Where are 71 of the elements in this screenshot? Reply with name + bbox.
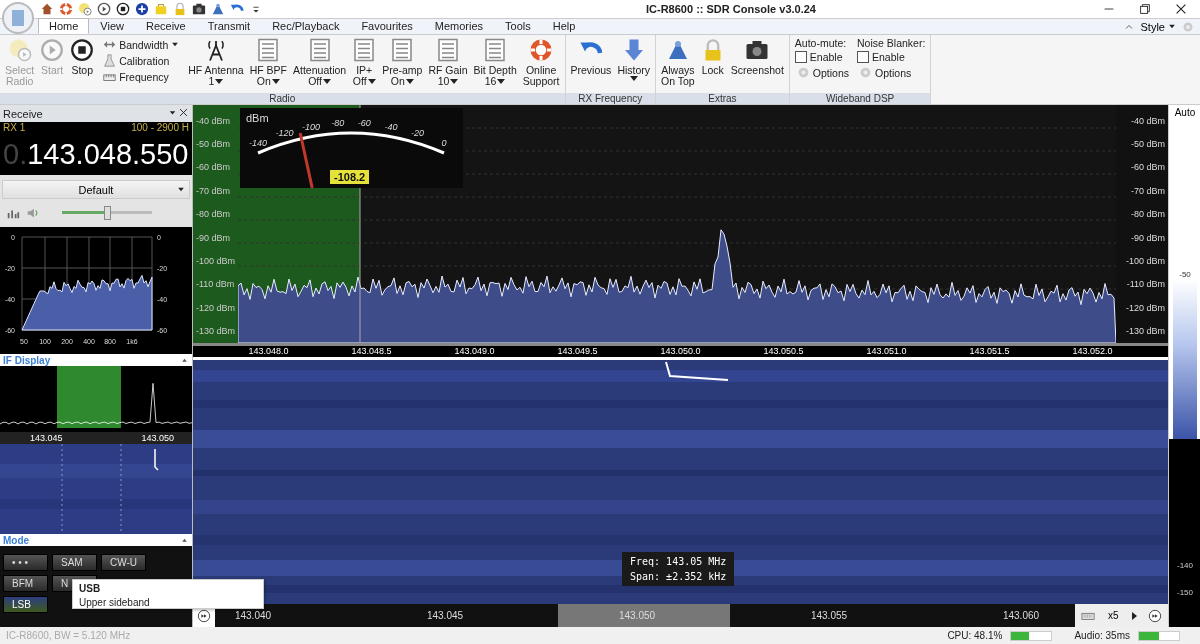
scale-label: -140 — [1177, 561, 1193, 570]
scale-label: -40 dBm — [196, 115, 231, 126]
axis-label: 143.051.0 — [865, 346, 908, 357]
status-text: IC-R8600, BW = 5.120 MHz — [6, 630, 131, 641]
meter-scale-label: -40 — [384, 121, 398, 132]
scale-label: -80 dBm — [196, 209, 231, 220]
scale-label: -70 dBm — [196, 185, 231, 196]
window-title: IC-R8600 :: SDR Console v3.0.24 — [645, 3, 817, 15]
axis-label: 143.048.0 — [247, 346, 290, 357]
filter-range: 100 - 2900 H — [131, 122, 189, 133]
group-title: Extras — [656, 93, 789, 104]
scale-label: -50 dBm — [196, 139, 231, 150]
scale-label: -100 dBm — [1124, 256, 1165, 267]
panel-title: IF Display — [3, 354, 51, 366]
meter-scale-label: -60 — [357, 118, 371, 129]
group-title: RX Frequency — [565, 93, 656, 104]
axis-label: 143.040 — [233, 610, 273, 621]
scale-label: -120 dBm — [1124, 302, 1165, 313]
scale-label: -120 dBm — [196, 302, 237, 313]
meter-scale-label: -80 — [331, 118, 345, 129]
tooltip-text: Upper sideband — [79, 597, 151, 608]
axis-label: 143.052.0 — [1071, 346, 1114, 357]
scale-label: -90 dBm — [1130, 232, 1165, 243]
axis-label: 143.049.5 — [556, 346, 599, 357]
option-heading: Auto-mute: — [794, 37, 848, 49]
receiver-label: RX 1 — [3, 122, 26, 133]
meter-scale-label: 0 — [441, 138, 447, 148]
axis-label: 143.045 — [30, 432, 63, 444]
axis-label: 143.060 — [1001, 610, 1041, 621]
axis-label: 143.055 — [809, 610, 849, 621]
tooltip-title: USB — [79, 583, 102, 594]
scale-label: -130 dBm — [196, 326, 237, 337]
scale-label: -90 dBm — [196, 232, 231, 243]
axis-label: 143.048.5 — [350, 346, 393, 357]
scale-label: -100 dBm — [196, 256, 237, 267]
axis-label: 143.050.0 — [659, 346, 702, 357]
scale-label: -50 dBm — [1130, 139, 1165, 150]
readout-text: Span: ±2.352 kHz — [630, 571, 727, 582]
scale-label: -150 — [1177, 588, 1193, 597]
status-label: CPU: 48.1% — [947, 630, 1003, 641]
scale-label: -50 — [1179, 270, 1191, 279]
scale-label: -80 dBm — [1130, 209, 1165, 220]
scale-label: -110 dBm — [1125, 279, 1165, 290]
axis-label: 143.050 — [617, 610, 657, 621]
status-label: Audio: 35ms — [1074, 630, 1130, 641]
panel-title: Mode — [3, 534, 30, 546]
meter-scale-label: -120 — [275, 128, 294, 139]
readout-text: Freq: 143.05 MHz — [630, 556, 727, 567]
panel-title: Receive — [3, 107, 43, 120]
axis-label: 143.050.5 — [762, 346, 805, 357]
axis-label: 143.051.5 — [968, 346, 1011, 357]
scale-label: -60 dBm — [1130, 162, 1165, 173]
meter-scale-label: -100 — [302, 121, 321, 132]
option-heading: Noise Blanker: — [857, 37, 926, 49]
group-title: Radio — [0, 93, 565, 104]
scale-label: -60 dBm — [196, 162, 231, 173]
meter-unit: dBm — [246, 112, 269, 124]
meter-scale-label: -20 — [410, 128, 424, 139]
checkbox-label: Enable — [809, 51, 843, 63]
axis-label: 143.049.0 — [453, 346, 496, 357]
scale-label: -130 dBm — [1124, 326, 1165, 337]
axis-label: 143.050 — [141, 432, 174, 444]
scale-label: -110 dBm — [196, 279, 236, 290]
meter-reading: -108.2 — [330, 170, 370, 184]
scale-label: -40 dBm — [1130, 115, 1165, 126]
frequency-display: 0.143.048.550 — [0, 133, 192, 175]
group-title: Wideband DSP — [789, 93, 931, 104]
meter-scale-label: -140 — [249, 138, 267, 148]
checkbox-label: Enable — [872, 51, 905, 63]
axis-label: 143.045 — [425, 610, 465, 621]
scale-label: -70 dBm — [1130, 185, 1165, 196]
